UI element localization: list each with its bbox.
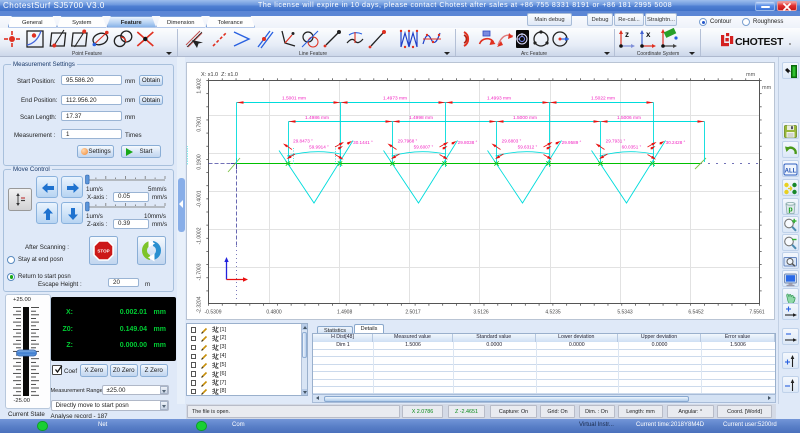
svg-text:4.5235: 4.5235 <box>545 310 561 316</box>
svg-text:1.5001 mm: 1.5001 mm <box>282 96 306 102</box>
svg-text:29.9589 °: 29.9589 ° <box>562 140 582 145</box>
svg-text:-0.4001: -0.4001 <box>197 190 203 207</box>
svg-text:1.4908: 1.4908 <box>337 310 353 316</box>
svg-text:30.1441 °: 30.1441 ° <box>353 140 373 145</box>
svg-text:59.6007 °: 59.6007 ° <box>414 145 434 150</box>
svg-text:29.7931 °: 29.7931 ° <box>606 139 626 144</box>
svg-text:0.1900: 0.1900 <box>197 154 203 170</box>
svg-text:ALL: ALL <box>785 168 797 174</box>
svg-text:29.8038 °: 29.8038 ° <box>458 140 478 145</box>
svg-text:1.4998 mm: 1.4998 mm <box>409 115 433 121</box>
svg-text:1.4986 mm: 1.4986 mm <box>305 115 329 121</box>
svg-text:1.5000 mm: 1.5000 mm <box>513 115 537 121</box>
svg-text:-2.3204: -2.3204 <box>197 296 203 313</box>
svg-text:z: z <box>625 30 629 39</box>
svg-text:mm: mm <box>762 85 772 91</box>
svg-text:0.4800: 0.4800 <box>266 310 282 316</box>
svg-text:X: x1.0 Z: x1.0: X: x1.0 Z: x1.0 <box>201 72 238 78</box>
svg-text:6.5452: 6.5452 <box>688 310 704 316</box>
svg-text:59.6312 °: 59.6312 ° <box>518 145 538 150</box>
svg-text:7.5561: 7.5561 <box>749 310 765 316</box>
svg-text:30.2428 °: 30.2428 ° <box>666 140 686 145</box>
svg-text:-0.5309: -0.5309 <box>205 310 222 316</box>
svg-text:0.7901: 0.7901 <box>197 116 203 132</box>
svg-text:5.5343: 5.5343 <box>617 310 633 316</box>
svg-text:1.4973 mm: 1.4973 mm <box>383 96 407 102</box>
svg-text:1.4993 mm: 1.4993 mm <box>487 96 511 102</box>
svg-text:1.5022 mm: 1.5022 mm <box>591 96 615 102</box>
svg-text:29.6803 °: 29.6803 ° <box>502 139 522 144</box>
svg-text:x: x <box>646 30 651 39</box>
svg-text:3.5126: 3.5126 <box>473 310 489 316</box>
svg-text:STOP: STOP <box>97 249 109 254</box>
svg-text:2.5017: 2.5017 <box>405 310 421 316</box>
svg-text:29.8473 °: 29.8473 ° <box>293 139 313 144</box>
svg-text:p: p <box>788 206 792 213</box>
svg-text:-1.7003: -1.7003 <box>197 263 203 280</box>
svg-text:59.9914 °: 59.9914 ° <box>309 145 329 150</box>
svg-text:60.0351 °: 60.0351 ° <box>622 145 642 150</box>
svg-text:29.7968 °: 29.7968 ° <box>398 139 418 144</box>
svg-text:1.5006 mm: 1.5006 mm <box>617 115 641 121</box>
svg-text:1.4002: 1.4002 <box>197 78 203 94</box>
svg-text:-1.0002: -1.0002 <box>197 227 203 244</box>
svg-text:CHOTEST: CHOTEST <box>735 36 784 48</box>
svg-text:mm: mm <box>746 72 756 78</box>
